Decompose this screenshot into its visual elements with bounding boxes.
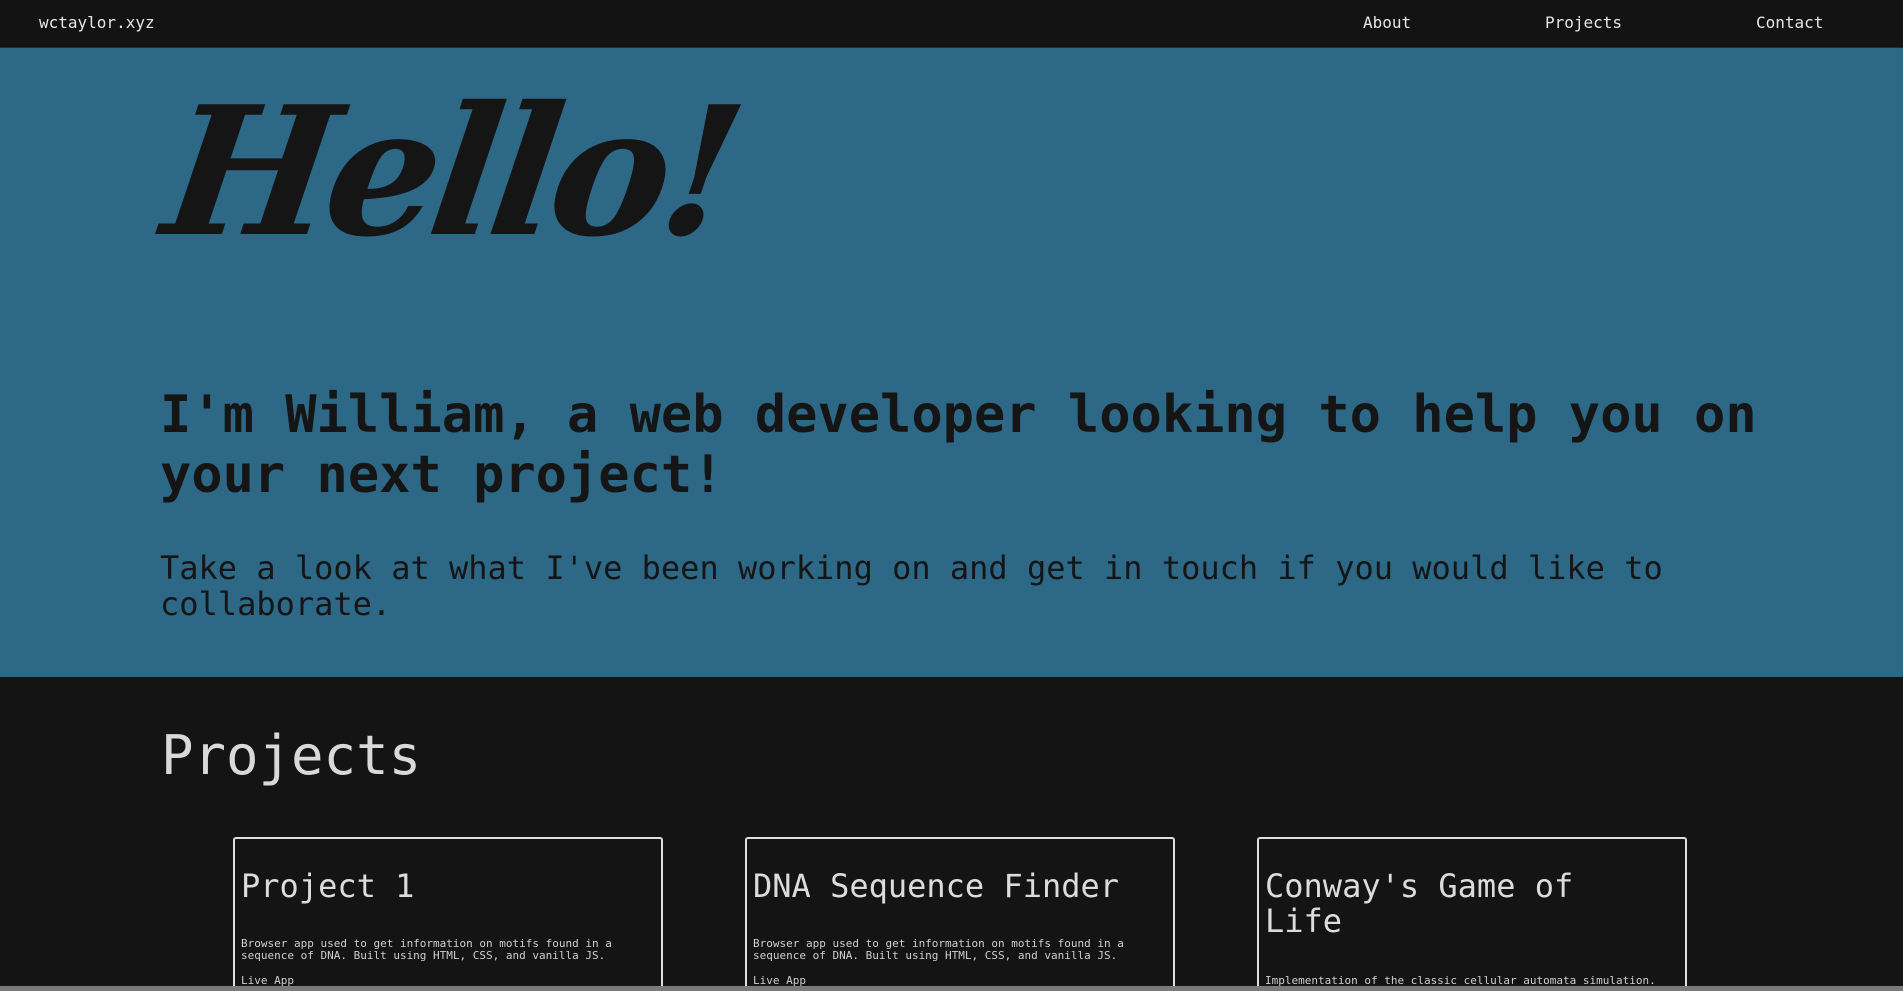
project-card-title: DNA Sequence Finder (753, 867, 1120, 905)
project-card-description: Browser app used to get information on m… (241, 937, 612, 962)
hero-section: Hello! I'm William, a web developer look… (0, 48, 1903, 677)
project-card-description: Browser app used to get information on m… (753, 937, 1124, 962)
top-navbar: wctaylor.xyz About Projects Contact (0, 0, 1903, 48)
projects-heading: Projects (161, 724, 422, 787)
hero-subline: Take a look at what I've been working on… (160, 549, 1663, 623)
project-card: DNA Sequence Finder Browser app used to … (745, 837, 1175, 991)
nav-link-contact[interactable]: Contact (1756, 13, 1823, 32)
project-card: Conway's Game of Life Implementation of … (1257, 837, 1687, 991)
project-card: Project 1 Browser app used to get inform… (233, 837, 663, 991)
hero-greeting: Hello! (153, 67, 749, 276)
project-card-title: Conway's Game of Life (1265, 867, 1574, 940)
nav-link-about[interactable]: About (1363, 13, 1411, 32)
hero-headline: I'm William, a web developer looking to … (160, 385, 1757, 505)
projects-section: Projects Project 1 Browser app used to g… (0, 677, 1903, 991)
brand-link[interactable]: wctaylor.xyz (39, 13, 155, 32)
horizontal-scrollbar[interactable] (0, 986, 1903, 991)
project-card-title: Project 1 (241, 867, 415, 905)
nav-link-projects[interactable]: Projects (1545, 13, 1622, 32)
